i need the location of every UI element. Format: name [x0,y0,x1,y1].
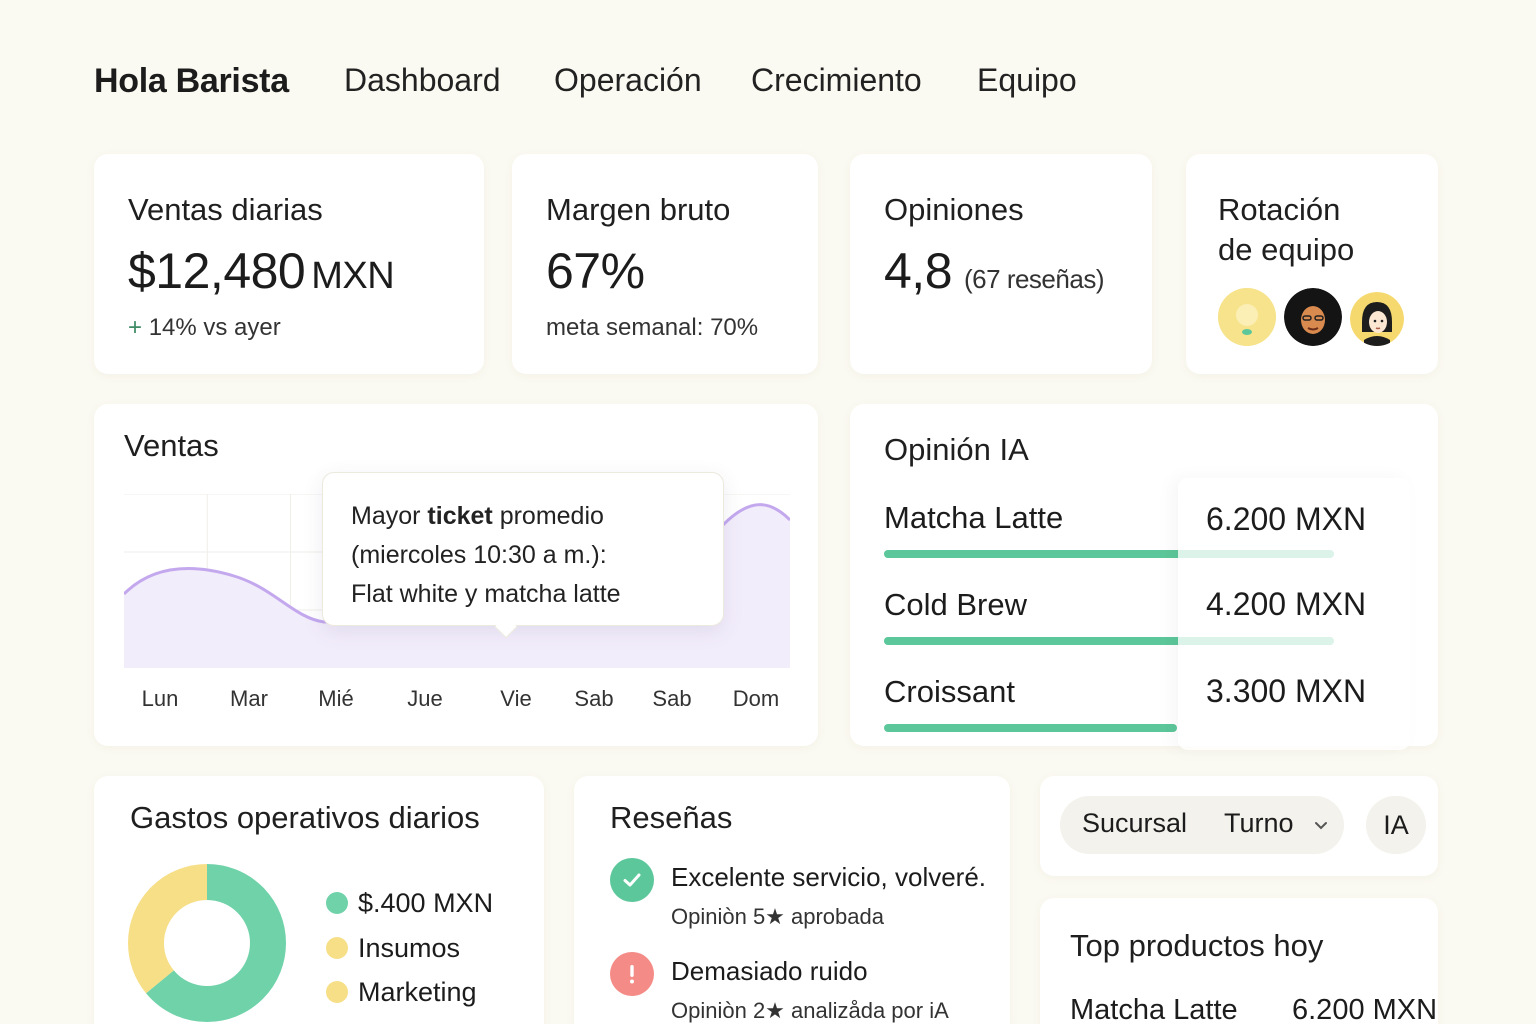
product-name: Croissant [884,674,1015,709]
product-value: 6.200 MXN [1206,501,1367,537]
nav-link-crecimiento[interactable]: Crecimiento [751,62,922,99]
nav-link-equipo[interactable]: Equipo [977,62,1077,99]
kpi-title: Rotación de equipo [1218,192,1355,267]
legend-item: $.400 MXN [326,888,493,918]
avatar[interactable] [1284,288,1342,346]
legend-item: Insumos [326,933,460,963]
ia-button[interactable]: IA [1366,796,1426,854]
review-meta: Opiniòn 2★ analizåda por iA [671,998,949,1023]
gastos-title: Gastos operativos diarios [130,800,480,835]
sales-chart-title: Ventas [124,428,219,463]
x-axis-label: Dom [732,686,780,711]
person-icon [1218,288,1276,346]
turno-select[interactable]: Turno [1224,808,1329,839]
kpi-title: Margen bruto [546,192,731,227]
avatar[interactable] [1218,288,1276,346]
review-text: Demasiado ruido [671,956,868,986]
x-axis-label: Sab [652,686,692,711]
kpi-card-ventas: Ventas diarias $12,480 MXN + 14% vs ayer [94,154,484,374]
kpi-card-rotacion: Rotación de equipo [1186,154,1438,374]
nav-link-operacion[interactable]: Operación [554,62,702,99]
kpi-value: $12,480 MXN [128,243,395,299]
review-count: (67 reseñas) [964,264,1104,294]
kpi-delta: + 14% vs ayer [128,314,281,341]
kpi-card-margen: Margen bruto 67% meta semanal: 70% [512,154,818,374]
legend-item: Marketing [326,977,477,1007]
x-axis-label: Mar [230,686,268,711]
kpi-goal: meta semanal: 70% [546,314,759,341]
kpi-title: Opiniones [884,192,1024,227]
x-axis-label: Mié [318,686,354,711]
top-product-value: 6.200 MXN [1292,994,1438,1024]
person-icon [1284,288,1342,346]
product-bar-fill [884,724,1177,732]
avatar[interactable] [1350,292,1404,346]
nav-link-dashboard[interactable]: Dashboard [344,62,501,99]
review-meta: Opiniòn 5★ aprobada [671,904,884,929]
sucursal-filter[interactable]: Sucursal [1082,808,1187,839]
product-name: Matcha Latte [884,500,1064,535]
review-text: Excelente servicio, volveré. [671,862,987,892]
kpi-card-opiniones: Opiniones 4,8 (67 reseñas) [850,154,1152,374]
expenses-donut-chart[interactable] [126,862,288,1024]
kpi-title: Ventas diarias [128,192,323,227]
resenas-title: Reseñas [610,800,733,835]
chart-tooltip: Mayor ticket promedio (miercoles 10:30 a… [322,472,724,626]
opinion-ia-title: Opinión IA [884,432,1029,467]
x-axis-label: Sab [574,686,614,711]
alert-circle-icon [610,952,654,996]
top-product-name: Matcha Latte [1070,994,1238,1024]
product-value: 4.200 MXN [1206,586,1367,622]
tooltip-line-3: Flat white y matcha latte [351,580,621,608]
review-item[interactable]: Excelente servicio, volveré. Opiniòn 5★ … [610,858,1010,938]
chevron-down-icon [1315,821,1328,830]
x-axis-label: Jue [407,686,443,711]
product-name: Cold Brew [884,587,1027,622]
x-axis-label: Lun [141,686,179,711]
kpi-value: 4,8 (67 reseñas) [884,243,1104,299]
person-icon [1350,292,1404,346]
product-value: 3.300 MXN [1206,673,1367,709]
tooltip-line-2: (miercoles 10:30 a m.): [351,541,607,569]
tooltip-line-1: Mayor ticket promedio [351,502,604,530]
brand-title: Hola Barista [94,62,289,100]
legend-dot [326,937,348,959]
check-circle-icon [610,858,654,902]
top-productos-title: Top productos hoy [1070,928,1324,963]
kpi-value: 67% [546,243,645,299]
filter-pill: Sucursal Turno [1060,796,1344,854]
legend-dot [326,981,348,1003]
review-item[interactable]: Demasiado ruido Opiniòn 2★ analizåda por… [610,952,1010,1024]
legend-dot [326,892,348,914]
x-axis-label: Vie [500,686,532,711]
